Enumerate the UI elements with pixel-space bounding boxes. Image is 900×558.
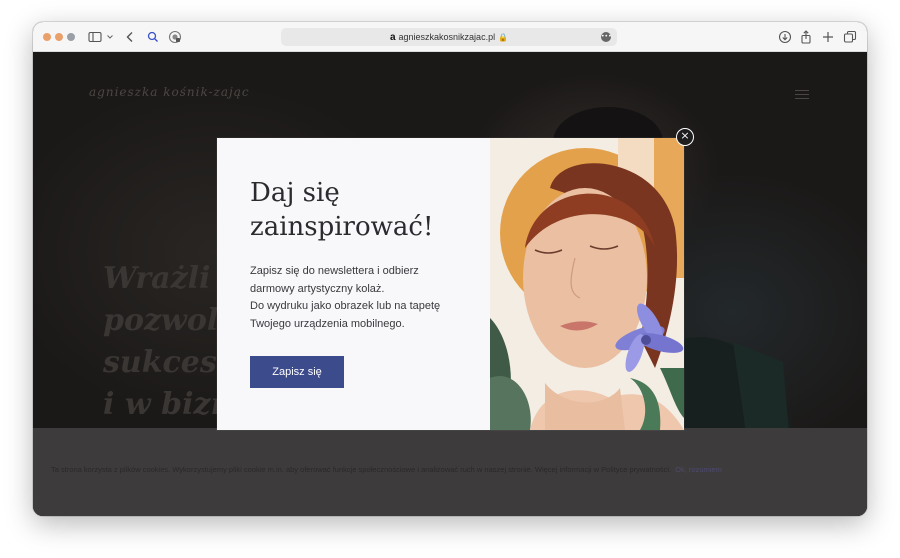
- chevron-down-icon[interactable]: [106, 29, 114, 45]
- cookie-bar: Ta strona korzysta z plików cookies. Wyk…: [33, 428, 867, 516]
- modal-woman-flower-image: [490, 138, 684, 430]
- newsletter-modal: Daj się zainspirować! Zapisz się do news…: [217, 138, 684, 430]
- share-icon[interactable]: [800, 29, 812, 45]
- browser-toolbar: a agnieszkakosnikzajac.pl 🔒 •••: [33, 22, 867, 52]
- site-logo[interactable]: agnieszka kośnik-zając: [89, 85, 250, 99]
- address-bar[interactable]: a agnieszkakosnikzajac.pl 🔒 •••: [281, 28, 617, 46]
- modal-body-line: darmowy artystyczny kolaż.: [250, 282, 385, 295]
- modal-body-line: Do wydruku jako obrazek lub na tapetę: [250, 300, 441, 312]
- modal-title: Daj się zainspirować!: [250, 178, 434, 242]
- modal-body-line: Twojego urządzenia mobilnego.: [250, 317, 405, 330]
- extension-icon[interactable]: •••: [601, 32, 612, 42]
- browser-window: a agnieszkakosnikzajac.pl 🔒 ••• agnieszka …: [33, 22, 867, 516]
- sidebar-icon[interactable]: [88, 29, 102, 45]
- subscribe-button[interactable]: Zapisz się: [250, 356, 344, 388]
- plus-icon[interactable]: [822, 29, 834, 45]
- modal-body: Zapisz się do newslettera i odbierz darm…: [250, 263, 480, 333]
- menu-icon[interactable]: [795, 90, 809, 99]
- cookie-accept-link[interactable]: Ok, rozumiem: [675, 465, 722, 474]
- url-text: agnieszkakosnikzajac.pl: [398, 32, 496, 42]
- tabs-overview-icon[interactable]: [843, 29, 857, 45]
- back-icon[interactable]: [124, 29, 136, 45]
- download-icon[interactable]: [778, 29, 792, 45]
- search-icon[interactable]: [147, 29, 159, 45]
- site-favicon: a: [389, 32, 396, 43]
- cookie-text: Ta strona korzysta z plików cookies. Wyk…: [51, 465, 672, 474]
- modal-close-button[interactable]: ×: [676, 128, 694, 146]
- zoom-window-button[interactable]: [67, 33, 75, 41]
- webpage: agnieszka kośnik-zając Wrażli pozwol suk…: [33, 52, 867, 516]
- privacy-icon[interactable]: [168, 29, 182, 45]
- modal-body-line: Zapisz się do newslettera i odbierz: [250, 265, 419, 277]
- minimize-window-button[interactable]: [55, 33, 63, 41]
- close-window-button[interactable]: [43, 33, 51, 41]
- lock-icon: 🔒: [498, 33, 509, 42]
